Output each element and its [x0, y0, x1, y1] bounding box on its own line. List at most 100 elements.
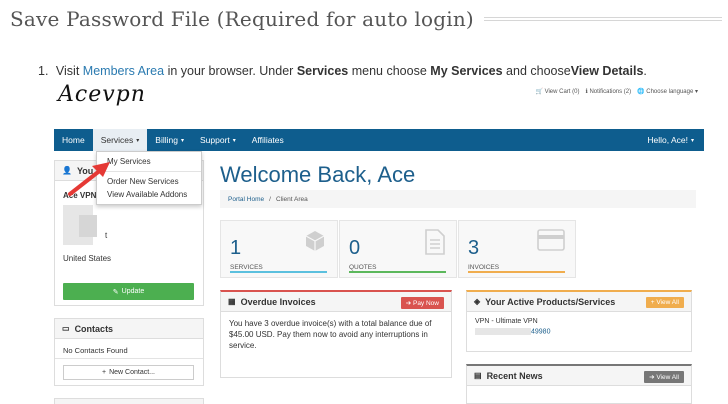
credit-card-icon — [537, 229, 565, 251]
nav-billing-label: Billing — [155, 135, 178, 145]
collapsed-panel — [54, 398, 204, 404]
menu-order-new-services[interactable]: Order New Services — [97, 175, 201, 188]
step-text-menu: menu choose — [351, 64, 427, 78]
contacts-panel: ▭ Contacts No Contacts Found + New Contact… — [54, 318, 204, 386]
chevron-down-icon: ▾ — [180, 137, 184, 144]
address-partial: t — [105, 231, 108, 240]
heading-rule — [483, 17, 722, 21]
pay-now-label: Pay Now — [412, 300, 439, 307]
notifications-link[interactable]: ℹ Notifications (2) — [585, 88, 631, 95]
section-heading-text: Save Password File (Required for auto lo… — [10, 7, 474, 31]
user-icon: 👤 — [62, 166, 72, 175]
document-icon — [425, 229, 445, 255]
breadcrumb: Portal Home / Client Area — [220, 190, 696, 208]
nav-support-label: Support — [200, 135, 230, 145]
new-contact-button[interactable]: + New Contact... — [63, 365, 194, 380]
view-cart-link[interactable]: 🛒 View Cart (0) — [535, 88, 579, 95]
calculator-icon: ▦ — [228, 297, 236, 306]
nav-home[interactable]: Home — [54, 129, 93, 151]
stat-invoices-value: 3 — [468, 237, 480, 259]
breadcrumb-portal-home[interactable]: Portal Home — [228, 196, 264, 203]
nav-support[interactable]: Support ▾ — [192, 129, 244, 151]
stat-tile-invoices[interactable]: 3 INVOICES — [458, 220, 576, 278]
stat-quotes-value: 0 — [349, 237, 361, 259]
stat-tile-services[interactable]: 1 SERVICES — [220, 220, 338, 278]
chevron-down-icon: ▾ — [232, 137, 236, 144]
collapsed-panel-header — [55, 399, 203, 404]
news-view-all-button[interactable]: ➔ View All — [644, 371, 684, 383]
pay-now-button[interactable]: ➔ Pay Now — [400, 297, 444, 309]
acevpn-logo: Acevpn — [58, 82, 146, 107]
nav-home-label: Home — [62, 135, 85, 145]
cube-icon: ◈ — [474, 297, 481, 306]
breadcrumb-separator: / — [269, 195, 271, 203]
chevron-down-icon: ▾ — [136, 137, 140, 144]
overdue-invoices-panel: ▦ Overdue Invoices ➔ Pay Now You have 3 o… — [220, 290, 452, 378]
step-end: . — [643, 64, 647, 78]
products-view-all-button[interactable]: + View All — [645, 297, 684, 308]
new-contact-label: New Contact... — [109, 369, 155, 376]
folder-icon: ▭ — [62, 324, 70, 333]
step-text-and: and choose — [506, 64, 571, 78]
services-dropdown: My Services Order New Services View Avai… — [96, 151, 202, 205]
contacts-divider — [55, 358, 203, 359]
menu-view-addons[interactable]: View Available Addons — [97, 188, 201, 201]
recent-news-title: Recent News — [486, 370, 543, 381]
company-name: Ace VPN — [63, 191, 97, 200]
stat-quotes-label: QUOTES — [349, 264, 377, 271]
welcome-heading: Welcome Back, Ace — [220, 162, 416, 187]
your-info-title: You — [76, 165, 94, 176]
menu-my-services[interactable]: My Services — [97, 155, 201, 168]
language-link[interactable]: 🌐 Choose language ▾ — [637, 88, 698, 95]
section-heading: Save Password File (Required for auto lo… — [10, 4, 722, 34]
active-products-title: Your Active Products/Services — [485, 296, 616, 307]
nav-billing[interactable]: Billing ▾ — [147, 129, 192, 151]
redacted-block — [475, 328, 531, 335]
step-bold-view-details: View Details — [570, 64, 644, 78]
nav-affiliates[interactable]: Affiliates — [244, 129, 292, 151]
cube-icon — [305, 231, 325, 251]
stat-services-label: SERVICES — [230, 264, 263, 271]
nav-affiliates-label: Affiliates — [251, 135, 284, 145]
stat-services-bar — [230, 271, 327, 273]
stat-services-value: 1 — [230, 237, 242, 259]
main-navbar: Home Services ▾ Billing ▾ Support ▾ Affilia… — [54, 129, 704, 151]
redacted-block — [79, 215, 97, 237]
pencil-icon: ✎ — [112, 288, 119, 296]
overdue-invoices-text: You have 3 overdue invoice(s) with a tot… — [229, 319, 432, 350]
top-links: 🛒 View Cart (0) ℹ Notifications (2) 🌐 Ch… — [535, 88, 698, 95]
user-menu[interactable]: Hello, Ace! ▾ — [647, 129, 694, 151]
stat-quotes-bar — [349, 271, 446, 273]
portal-screenshot: Acevpn 🛒 View Cart (0) ℹ Notifications (… — [54, 80, 704, 404]
chevron-down-icon: ▾ — [690, 137, 694, 144]
update-button[interactable]: ✎ Update — [63, 283, 194, 300]
product-name[interactable]: VPN - Ultimate VPN — [475, 318, 538, 325]
members-area-link[interactable]: Members Area — [83, 64, 164, 78]
nav-services-label: Services — [100, 135, 134, 145]
update-label: Update — [121, 288, 145, 295]
step-bold-my-services: My Services — [430, 64, 503, 78]
product-domain[interactable]: 49980 — [475, 328, 550, 335]
step-number: 1. — [38, 64, 49, 78]
plus-icon: + — [101, 369, 107, 376]
arrow-right-icon: ➔ — [405, 300, 413, 307]
breadcrumb-client-area: Client Area — [275, 195, 308, 203]
step-text-visit: Visit — [55, 64, 80, 78]
nav-services[interactable]: Services ▾ — [92, 129, 148, 151]
contacts-header: ▭ Contacts — [55, 319, 203, 339]
products-view-all-label: View All — [656, 299, 679, 306]
no-contacts-text: No Contacts Found — [63, 346, 128, 355]
stat-invoices-label: INVOICES — [468, 264, 500, 271]
step-text-browser: in your browser. Under — [167, 64, 294, 78]
overdue-invoices-title: Overdue Invoices — [240, 296, 316, 307]
newspaper-icon: ▤ — [474, 371, 482, 380]
instruction-step: 1. Visit Members Area in your browser. U… — [38, 64, 647, 78]
active-products-panel: ◈ Your Active Products/Services + View Al… — [466, 290, 692, 352]
menu-divider — [97, 171, 201, 172]
product-id-suffix: 49980 — [531, 328, 551, 336]
step-bold-services: Services — [296, 64, 349, 78]
contacts-title: Contacts — [74, 323, 114, 334]
country: United States — [63, 254, 112, 263]
user-greeting: Hello, Ace! — [647, 135, 688, 145]
stat-tile-quotes[interactable]: 0 QUOTES — [339, 220, 457, 278]
